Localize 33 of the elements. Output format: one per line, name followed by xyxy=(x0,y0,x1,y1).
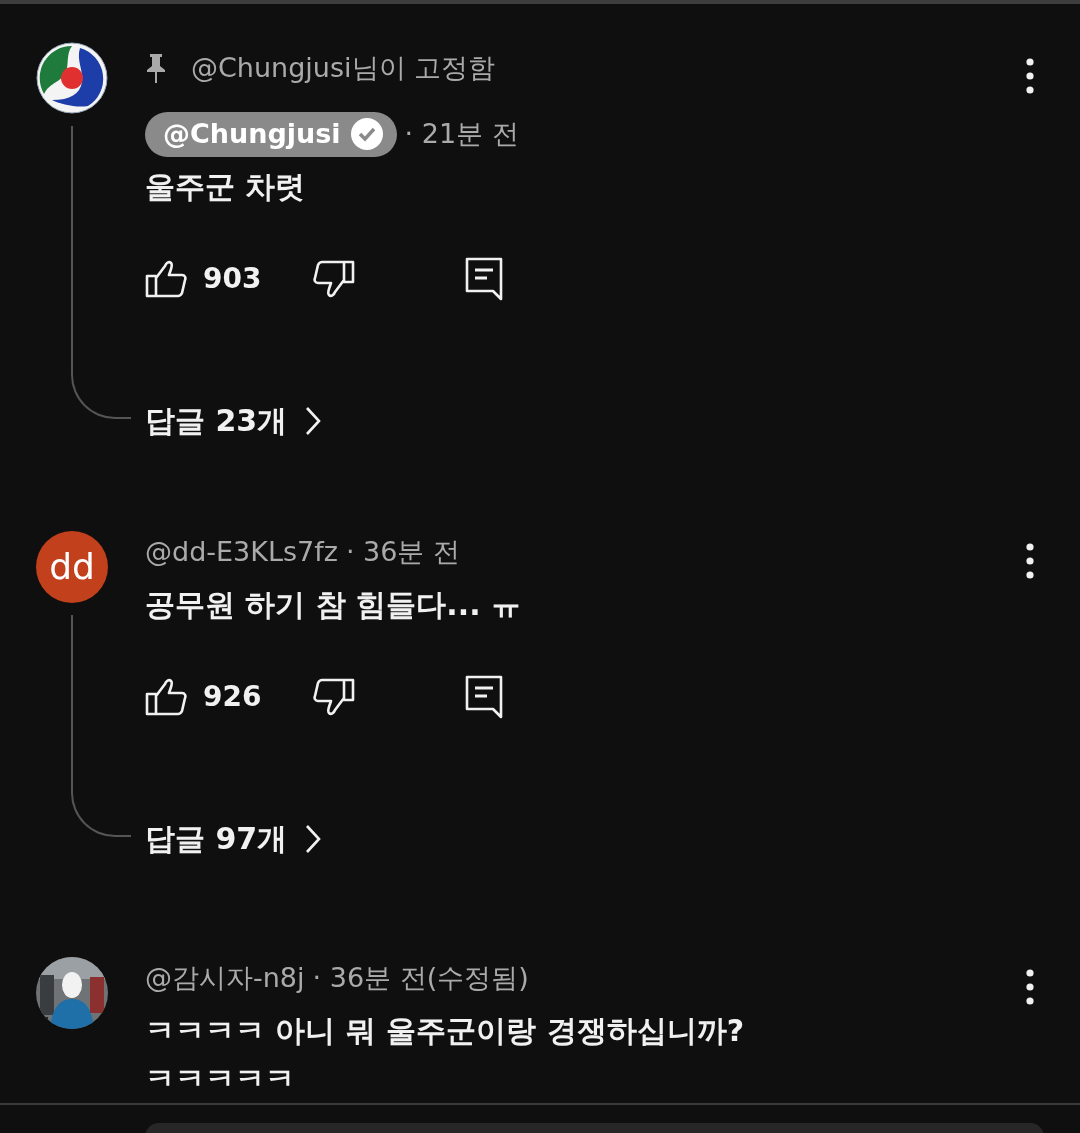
pin-icon xyxy=(145,52,167,84)
replies-link[interactable]: 답글 23개 xyxy=(145,390,322,451)
reply-button[interactable] xyxy=(465,256,504,301)
comment-icon xyxy=(465,256,504,301)
comment-text: ㅋㅋㅋㅋ 아니 뭐 울주군이랑 경쟁하십니까? xyxy=(145,1011,746,1050)
channel-avatar[interactable] xyxy=(36,42,108,114)
thumbs-down-icon xyxy=(313,676,356,717)
like-button[interactable]: 903 xyxy=(145,257,262,300)
more-menu-icon[interactable] xyxy=(1026,542,1034,579)
author-name[interactable]: @감시자-n8j xyxy=(145,958,305,999)
pinned-label: @Chungjusi님이 고정함 xyxy=(191,50,496,85)
comment-icon xyxy=(465,674,504,719)
dislike-button[interactable] xyxy=(313,676,356,717)
reply-button[interactable] xyxy=(465,674,504,719)
avatar[interactable]: dd xyxy=(36,530,108,603)
thumbs-down-icon xyxy=(313,258,356,299)
comment-time: · 21분 전 xyxy=(404,117,519,151)
replies-link[interactable]: 답글 97개 xyxy=(145,808,322,869)
more-menu-icon[interactable] xyxy=(1026,58,1034,94)
thumbs-up-icon xyxy=(145,676,187,717)
author-name[interactable]: @dd-E3KLs7fz xyxy=(145,532,338,573)
comment-text: ㅋㅋㅋㅋㅋ xyxy=(145,1059,296,1098)
comment-text: 공무원 하기 참 힘들다... ㅠ xyxy=(145,585,522,624)
comment-text: 울주군 차렷 xyxy=(145,167,307,206)
thumbs-up-icon xyxy=(145,258,187,299)
comment-time: · 36분 전 xyxy=(345,535,461,570)
dislike-button[interactable] xyxy=(313,258,356,299)
chevron-icon xyxy=(305,823,322,854)
verified-check-icon xyxy=(350,118,383,151)
more-menu-icon[interactable] xyxy=(1026,968,1034,1005)
like-button[interactable]: 926 xyxy=(145,675,262,718)
comment-time: · 36분 전(수정됨) xyxy=(312,961,529,996)
chevron-icon xyxy=(305,405,322,436)
